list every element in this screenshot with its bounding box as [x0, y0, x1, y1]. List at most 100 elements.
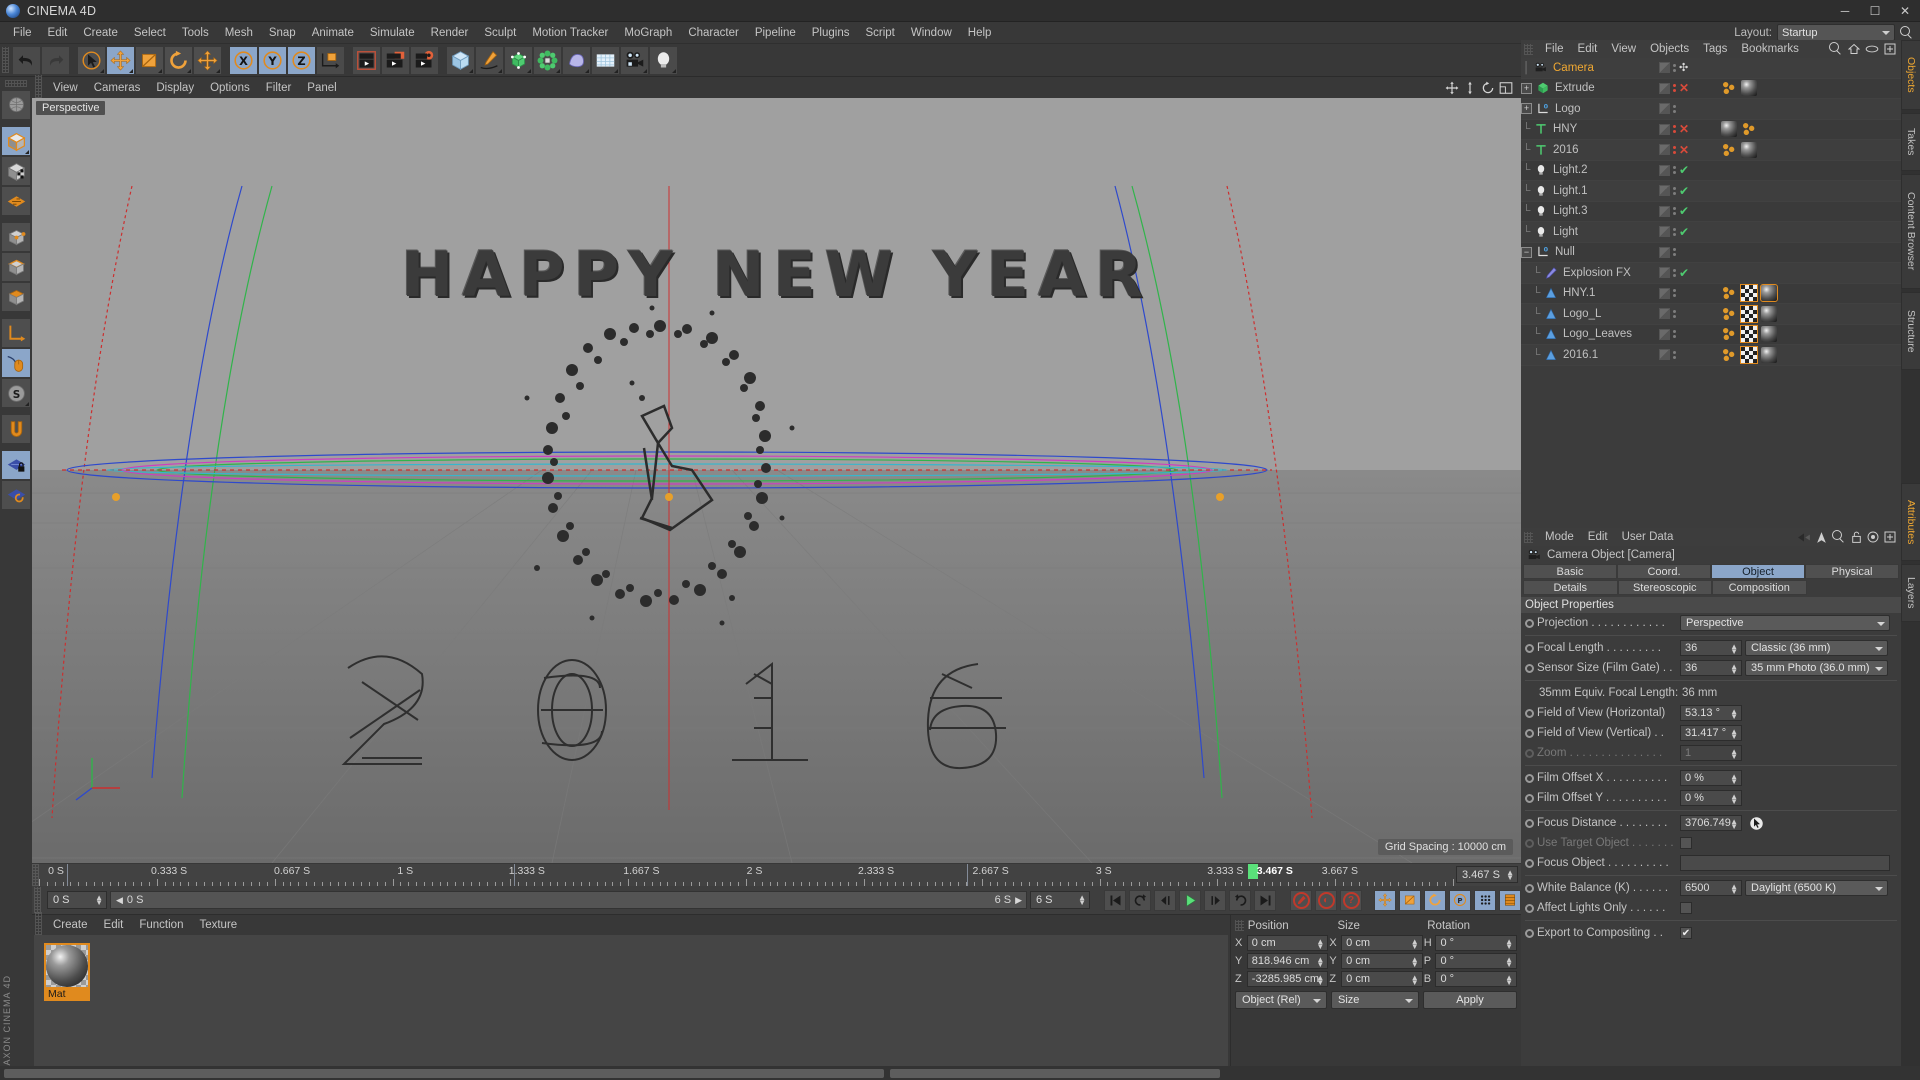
object-row[interactable]: └ Explosion FX ✔ [1521, 263, 1901, 284]
object-row[interactable]: + Extrude ✕ [1521, 78, 1901, 99]
search-icon[interactable] [1829, 42, 1843, 56]
object-axis-tool[interactable] [1, 318, 31, 348]
visibility-toggle[interactable] [1659, 267, 1670, 279]
menu-animate[interactable]: Animate [304, 25, 362, 41]
vtab-content-browser[interactable]: Content Browser [1901, 174, 1920, 289]
visibility-dots-icon[interactable] [1673, 350, 1676, 359]
deformer-button[interactable] [562, 45, 591, 75]
render-region-button[interactable] [381, 45, 410, 75]
step-forward-button[interactable] [1204, 889, 1226, 911]
material-list-area[interactable]: Mat [34, 935, 1228, 1080]
eye-icon[interactable] [1865, 44, 1879, 54]
minimize-button[interactable]: ─ [1830, 0, 1860, 22]
texture-mode-tool[interactable] [1, 156, 31, 186]
points-mode-tool[interactable] [1, 186, 31, 216]
object-row[interactable]: └ Light.3 ✔ [1521, 201, 1901, 222]
rotation-p-field[interactable]: 0 ° ▲ ▼ [1435, 952, 1518, 969]
spinner-icon[interactable]: ▲ ▼ [1505, 937, 1513, 950]
animation-track-dot[interactable] [1525, 773, 1534, 783]
spinner-icon[interactable]: ▲ ▼ [1411, 955, 1419, 968]
visibility-dots-icon[interactable] [1673, 248, 1676, 257]
viewport-menu-panel[interactable]: Panel [299, 81, 344, 95]
left-toolbar-grip[interactable] [5, 80, 27, 87]
size-mode-dropdown[interactable]: Size [1331, 991, 1419, 1009]
search-icon[interactable] [1900, 25, 1914, 40]
visibility-toggle[interactable] [1659, 82, 1670, 94]
tab-physical[interactable]: Physical [1805, 564, 1899, 579]
object-row[interactable]: └ Logo_L [1521, 304, 1901, 325]
vtab-structure[interactable]: Structure [1901, 292, 1920, 370]
enabled-check-icon[interactable]: ✔ [1679, 184, 1689, 198]
previous-keyframe-button[interactable] [1129, 889, 1151, 911]
point-mode-tool[interactable] [1, 222, 31, 252]
spinner-icon[interactable]: ▲ ▼ [1506, 869, 1514, 882]
visibility-dots-icon[interactable] [1673, 268, 1676, 277]
search-icon[interactable] [1832, 530, 1846, 544]
object-row[interactable]: └ 2016.1 [1521, 345, 1901, 366]
spinner-icon[interactable]: ▲ ▼ [1730, 818, 1738, 831]
keyframe-selection-button[interactable]: ? [1340, 889, 1362, 911]
viewport-menu-view[interactable]: View [45, 81, 86, 95]
apply-button[interactable]: Apply [1423, 991, 1517, 1009]
attributes-grip[interactable] [1524, 531, 1533, 543]
spinner-icon[interactable]: ▲ ▼ [95, 894, 103, 907]
add-spline-button[interactable] [475, 45, 504, 75]
property-dropdown[interactable]: Perspective [1680, 615, 1890, 631]
object-row[interactable]: └ HNY ✕ [1521, 119, 1901, 140]
visibility-toggle[interactable] [1659, 308, 1670, 320]
lock-x-button[interactable]: X [229, 45, 258, 75]
visibility-dots-icon[interactable] [1673, 289, 1676, 298]
spinner-icon[interactable]: ▲ ▼ [1505, 955, 1513, 968]
redo-button[interactable] [41, 45, 70, 75]
object-row[interactable]: └ Light.2 ✔ [1521, 160, 1901, 181]
go-to-start-button[interactable] [1104, 889, 1126, 911]
go-to-end-button[interactable] [1254, 889, 1276, 911]
property-field[interactable]: 31.417 ° ▲ ▼ [1680, 725, 1742, 741]
material-tag-icon[interactable] [1741, 80, 1757, 97]
spinner-icon[interactable]: ▲ ▼ [1730, 793, 1738, 806]
menu-tools[interactable]: Tools [174, 25, 217, 41]
checker-tag-icon[interactable] [1740, 325, 1758, 344]
property-field[interactable]: 36 ▲ ▼ [1680, 640, 1742, 656]
timeline-grip[interactable] [32, 864, 39, 886]
attributes-menu-edit[interactable]: Edit [1581, 531, 1615, 543]
animation-track-dot[interactable] [1525, 748, 1534, 758]
lock-icon[interactable] [1851, 531, 1862, 544]
visibility-dots-icon[interactable] [1673, 104, 1676, 113]
coordinate-mode-dropdown[interactable]: Object (Rel) [1235, 991, 1327, 1009]
tab-details[interactable]: Details [1523, 580, 1618, 595]
menu-render[interactable]: Render [423, 25, 477, 41]
tab-coord[interactable]: Coord. [1617, 564, 1711, 579]
perspective-viewport[interactable]: Perspective Grid Spacing : 10000 cm HAPP… [32, 98, 1521, 863]
object-row[interactable]: └ HNY.1 [1521, 283, 1901, 304]
property-checkbox[interactable]: ✔ [1680, 927, 1692, 939]
menu-pipeline[interactable]: Pipeline [747, 25, 804, 41]
horizontal-scrollbar-secondary[interactable] [890, 1068, 1220, 1078]
move-button[interactable] [106, 45, 135, 75]
animation-track-dot[interactable] [1525, 663, 1534, 673]
animation-track-dot[interactable] [1525, 838, 1534, 848]
material-dots-tag-icon[interactable] [1721, 306, 1737, 322]
visibility-toggle[interactable] [1659, 328, 1670, 340]
timeline-current-time-field[interactable]: 3.467 S ▲ ▼ [1456, 866, 1518, 883]
object-row[interactable]: +0 Logo [1521, 99, 1901, 120]
size-y-field[interactable]: 0 cm ▲ ▼ [1341, 952, 1423, 969]
spinner-icon[interactable]: ▲ ▼ [1078, 894, 1086, 907]
menu-snap[interactable]: Snap [261, 25, 304, 41]
attributes-menu-mode[interactable]: Mode [1538, 531, 1581, 543]
animation-layer-button[interactable] [1499, 889, 1521, 911]
object-row[interactable]: └ Light.1 ✔ [1521, 181, 1901, 202]
tree-expander[interactable]: + [1521, 82, 1532, 94]
property-field[interactable]: 36 ▲ ▼ [1680, 660, 1742, 676]
material-tag-icon[interactable] [1721, 121, 1737, 138]
next-keyframe-button[interactable] [1229, 889, 1251, 911]
edge-mode-tool[interactable] [1, 252, 31, 282]
visibility-toggle[interactable] [1659, 226, 1670, 238]
object-menu-bookmarks[interactable]: Bookmarks [1734, 43, 1806, 55]
object-row[interactable]: └ 2016 ✕ [1521, 140, 1901, 161]
nurbs-button[interactable] [504, 45, 533, 75]
range-left-arrow-icon[interactable]: ◀ [116, 895, 123, 906]
lock-z-button[interactable]: Z [287, 45, 316, 75]
autokeying-button[interactable]: ◐ [1315, 889, 1337, 911]
undo-button[interactable] [12, 45, 41, 75]
